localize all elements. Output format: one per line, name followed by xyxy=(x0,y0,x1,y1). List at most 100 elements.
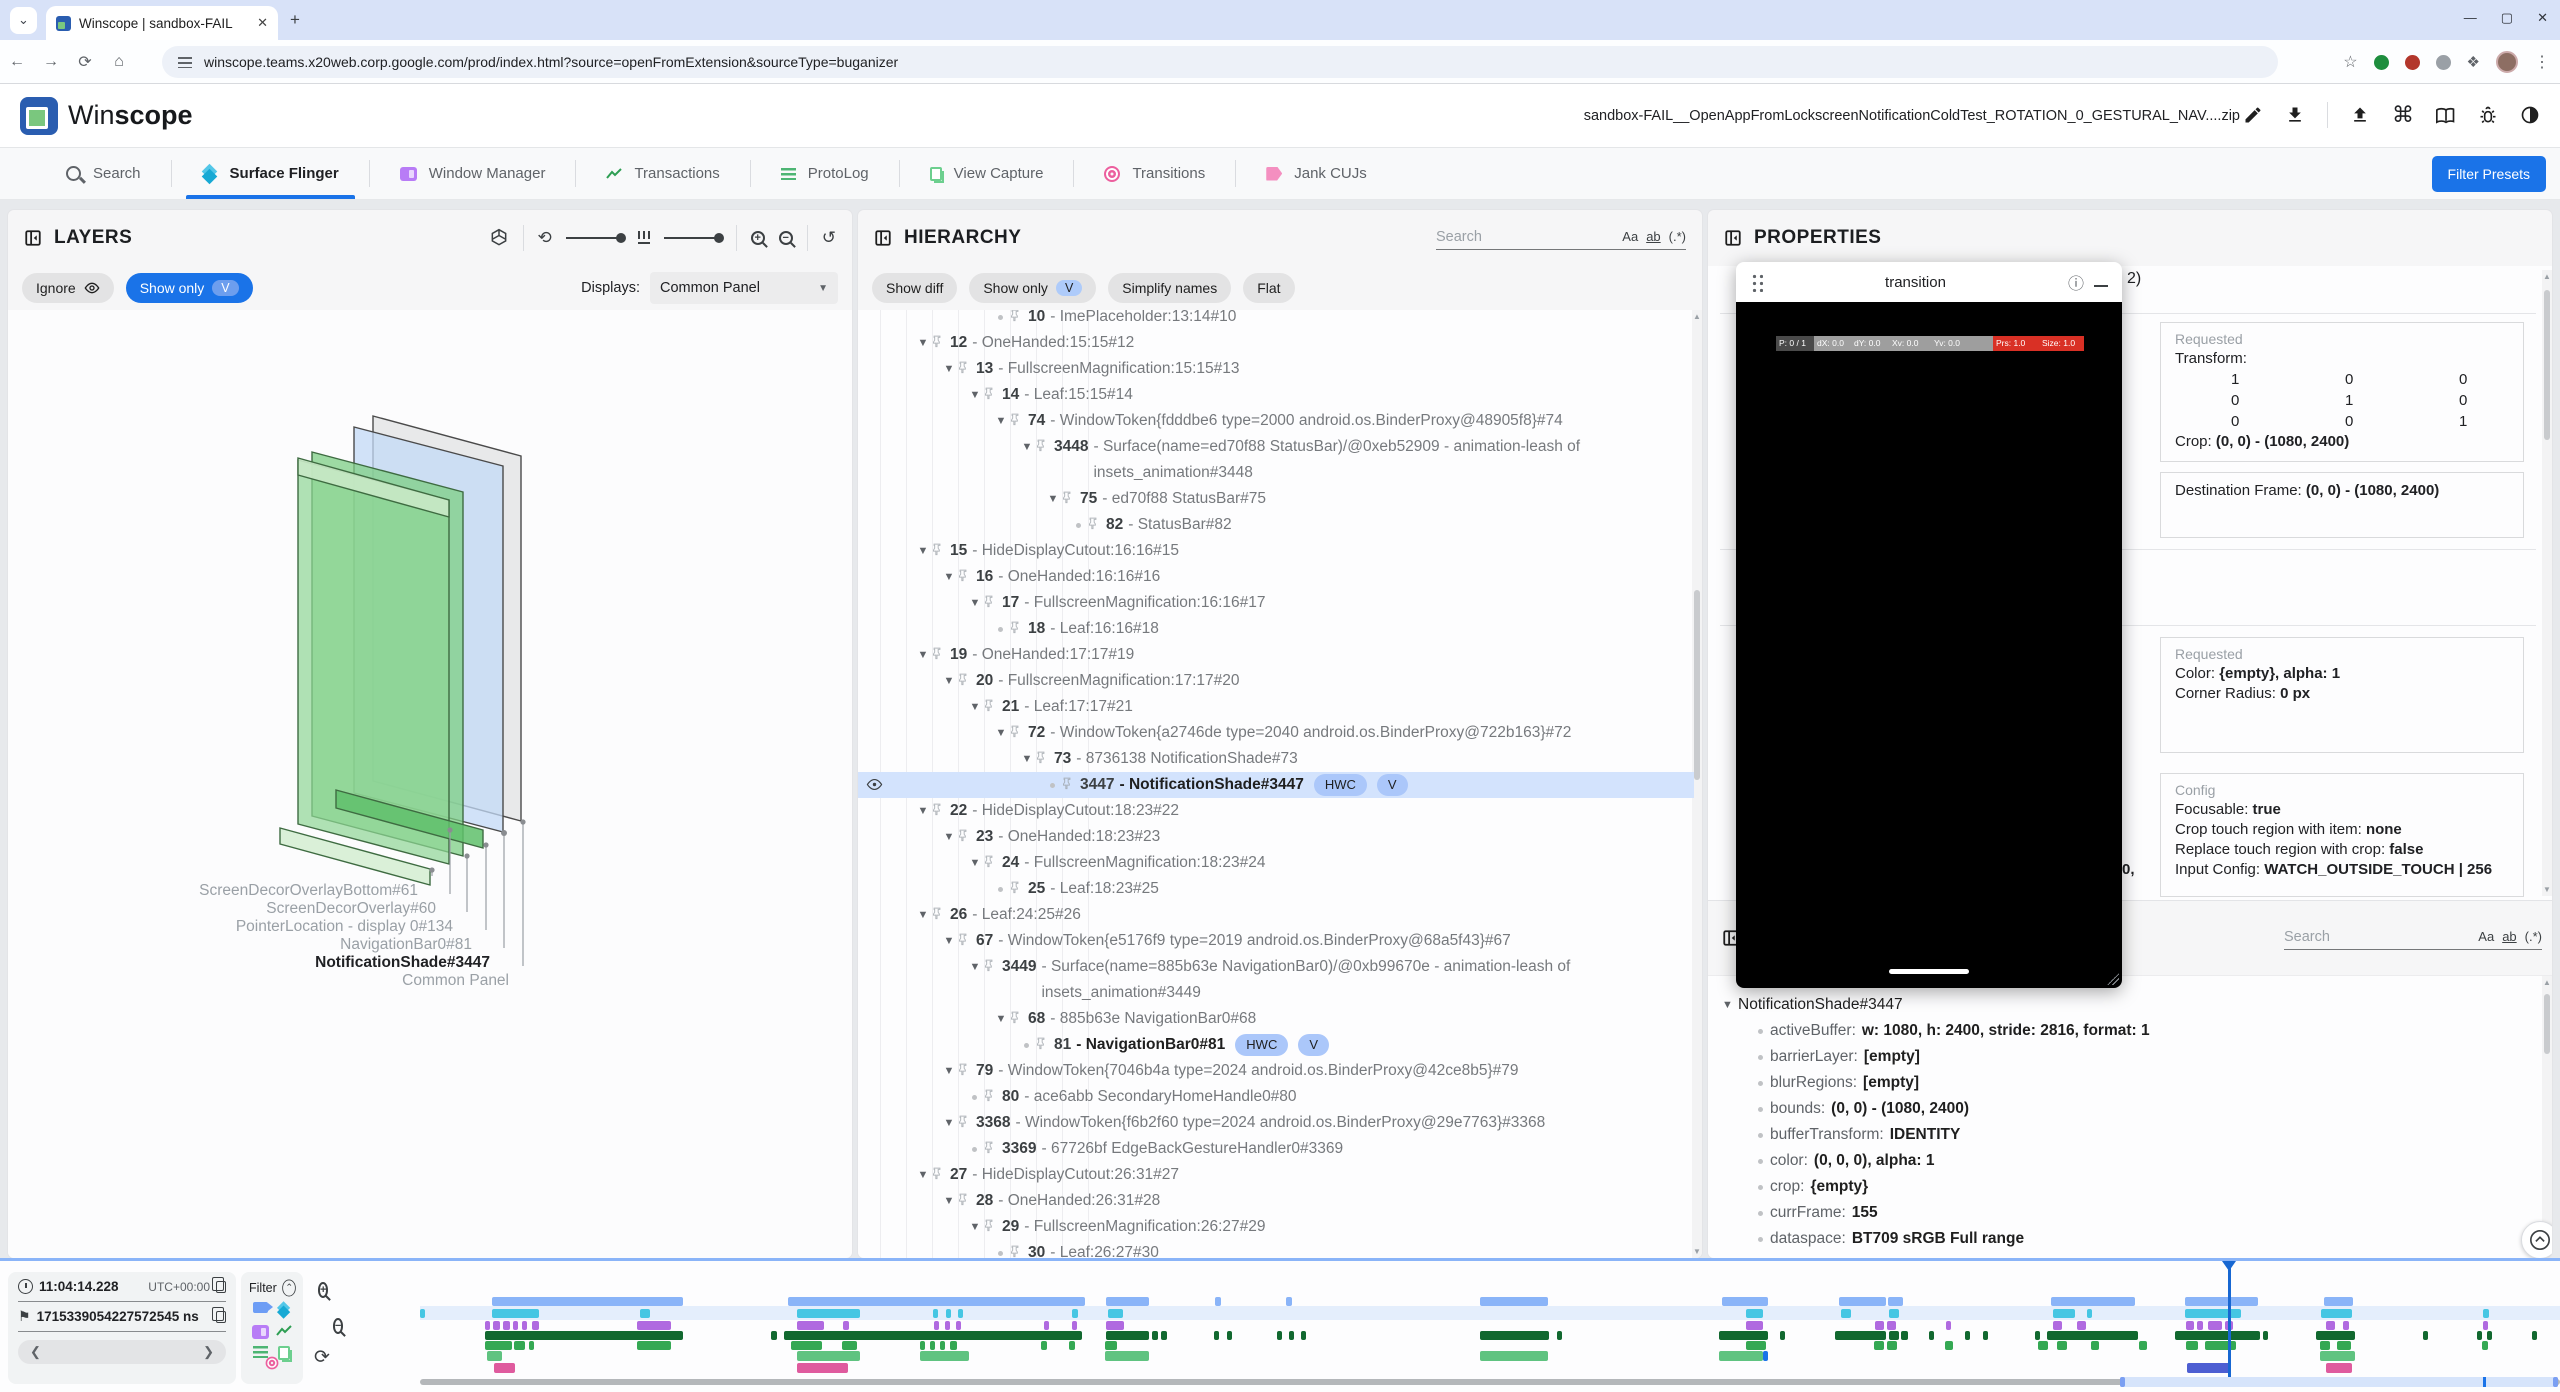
timeline-zoom-out[interactable]: − xyxy=(333,1318,343,1334)
screen-recording-segment[interactable] xyxy=(492,1297,683,1306)
hierarchy-row-3449[interactable]: ▼3449- Surface(name=885b63e NavigationBa… xyxy=(858,954,1694,1006)
timeline-zoom-range[interactable] xyxy=(2120,1377,2558,1387)
surface-flinger-segment[interactable] xyxy=(1841,1309,1851,1318)
regex-toggle[interactable]: (.*) xyxy=(2525,929,2542,944)
screen-recording-segment[interactable] xyxy=(1722,1297,1768,1306)
hierarchy-row-23[interactable]: ▼23- OneHanded:18:23#23 xyxy=(858,824,1694,850)
view-capture-trace-icon[interactable] xyxy=(278,1346,290,1360)
protolog-segment[interactable] xyxy=(1069,1341,1075,1350)
expand-arrow-icon[interactable]: ▼ xyxy=(942,564,956,590)
expand-arrow-icon[interactable]: ▼ xyxy=(942,1110,956,1136)
window-manager-segment[interactable] xyxy=(2343,1321,2349,1330)
surface-flinger-segment[interactable] xyxy=(2483,1309,2489,1318)
hierarchy-row-24[interactable]: ▼24- FullscreenMagnification:18:23#24 xyxy=(858,850,1694,876)
transactions-segment[interactable] xyxy=(784,1331,1082,1340)
timeline-cursor[interactable] xyxy=(2228,1261,2231,1377)
surface-flinger-segment[interactable] xyxy=(1746,1309,1763,1318)
protolog-segment[interactable] xyxy=(1105,1341,1117,1350)
transactions-segment[interactable] xyxy=(771,1331,777,1340)
window-manager-segment[interactable] xyxy=(956,1321,961,1330)
collapse-panel-icon[interactable] xyxy=(1724,229,1742,247)
spacing-slider[interactable] xyxy=(664,237,722,239)
window-manager-trace-icon[interactable] xyxy=(252,1325,269,1339)
timeline-divider[interactable] xyxy=(0,1258,2560,1261)
next-frame-button[interactable]: ❯ xyxy=(203,1344,214,1360)
expand-arrow-icon[interactable]: ▼ xyxy=(1046,486,1060,512)
hierarchy-row-81[interactable]: 81- NavigationBar0#81HWCV xyxy=(858,1032,1694,1058)
window-manager-segment[interactable] xyxy=(513,1321,518,1330)
screen-recording-trace-icon[interactable] xyxy=(253,1302,268,1313)
protolog-segment[interactable] xyxy=(2320,1341,2330,1350)
edit-file-icon[interactable] xyxy=(2243,105,2263,125)
transactions-segment[interactable] xyxy=(1480,1331,1549,1340)
drag-handle-icon[interactable] xyxy=(1750,272,1763,292)
window-manager-segment[interactable] xyxy=(945,1321,950,1330)
properties-scrollbar[interactable]: ▲ ▼ xyxy=(2542,270,2552,896)
hierarchy-row-12[interactable]: ▼12- OneHanded:15:15#12 xyxy=(858,330,1694,356)
protolog-segment[interactable] xyxy=(2186,1341,2198,1350)
view-capture-segment[interactable] xyxy=(2320,1351,2355,1361)
window-manager-segment[interactable] xyxy=(2197,1321,2203,1330)
hierarchy-row-3448[interactable]: ▼3448- Surface(name=ed70f88 StatusBar)/@… xyxy=(858,434,1694,486)
window-manager-segment[interactable] xyxy=(1044,1321,1049,1330)
hierarchy-row-72[interactable]: ▼72- WindowToken{a2746de type=2040 andro… xyxy=(858,720,1694,746)
protolog-segment[interactable] xyxy=(2139,1341,2147,1350)
expand-arrow-icon[interactable]: ▼ xyxy=(994,408,1008,434)
transactions-segment[interactable] xyxy=(1983,1331,1988,1340)
simplify-names-chip[interactable]: Simplify names xyxy=(1108,273,1231,303)
expand-arrow-icon[interactable]: ▼ xyxy=(968,850,982,876)
hierarchy-row-3447[interactable]: 3447- NotificationShade#3447HWCV xyxy=(858,772,1694,798)
protolog-segment[interactable] xyxy=(1746,1341,1766,1350)
window-manager-segment[interactable] xyxy=(485,1321,490,1330)
hierarchy-row-14[interactable]: ▼14- Leaf:15:15#14 xyxy=(858,382,1694,408)
transactions-segment[interactable] xyxy=(1901,1331,1908,1340)
window-manager-segment[interactable] xyxy=(2077,1321,2086,1330)
scroll-to-top-button[interactable] xyxy=(2521,1221,2552,1258)
expand-arrow-icon[interactable]: ▼ xyxy=(942,668,956,694)
transactions-segment[interactable] xyxy=(2532,1331,2537,1340)
expand-arrow-icon[interactable]: ▼ xyxy=(942,1058,956,1084)
hierarchy-row-82[interactable]: 82- StatusBar#82 xyxy=(858,512,1694,538)
expand-arrow-icon[interactable]: ▼ xyxy=(916,902,930,928)
screen-recording-segment[interactable] xyxy=(2324,1297,2353,1306)
match-case-toggle[interactable]: Aa xyxy=(1622,229,1638,244)
window-manager-segment[interactable] xyxy=(843,1321,849,1330)
rotation-slider[interactable] xyxy=(566,237,624,239)
hierarchy-row-15[interactable]: ▼15- HideDisplayCutout:16:16#15 xyxy=(858,538,1694,564)
new-tab-button[interactable]: + xyxy=(290,10,300,30)
hierarchy-row-80[interactable]: 80- ace6abb SecondaryHomeHandle0#80 xyxy=(858,1084,1694,1110)
window-manager-segment[interactable] xyxy=(637,1321,671,1330)
transactions-segment[interactable] xyxy=(1835,1331,1886,1340)
surface-flinger-segment[interactable] xyxy=(420,1309,425,1318)
browser-tab[interactable]: Winscope | sandbox-FAIL ✕ xyxy=(46,6,278,40)
transactions-segment[interactable] xyxy=(485,1331,683,1340)
shortcuts-icon[interactable]: ⌘ xyxy=(2392,102,2414,128)
transactions-segment[interactable] xyxy=(1152,1331,1158,1340)
extension-icon-red[interactable] xyxy=(2405,55,2420,70)
expand-arrow-icon[interactable]: ▼ xyxy=(942,824,956,850)
hierarchy-row-74[interactable]: ▼74- WindowToken{fdddbe6 type=2000 andro… xyxy=(858,408,1694,434)
view-capture-segment[interactable] xyxy=(797,1351,860,1361)
properties-search-input[interactable]: Search Aa ab (.*) xyxy=(2284,927,2542,950)
window-manager-segment[interactable] xyxy=(522,1321,527,1330)
view-capture-segment[interactable] xyxy=(1719,1351,1763,1361)
upload-icon[interactable] xyxy=(2350,105,2370,125)
surface-flinger-segment[interactable] xyxy=(2321,1309,2352,1318)
protolog-segment[interactable] xyxy=(1887,1341,1897,1350)
expand-arrow-icon[interactable]: ▼ xyxy=(916,1162,930,1188)
hierarchy-row-3369[interactable]: 3369- 67726bf EdgeBackGestureHandler0#33… xyxy=(858,1136,1694,1162)
protolog-segment[interactable] xyxy=(2038,1341,2048,1350)
screen-recording-segment[interactable] xyxy=(1215,1297,1221,1306)
protolog-segment[interactable] xyxy=(950,1341,957,1350)
back-button[interactable]: ← xyxy=(0,53,34,71)
3d-view-icon[interactable] xyxy=(489,228,509,248)
tab-close-icon[interactable]: ✕ xyxy=(257,15,268,31)
zoom-in-icon[interactable]: + xyxy=(751,231,765,245)
protolog-segment[interactable] xyxy=(930,1341,935,1350)
transitions-segment[interactable] xyxy=(494,1363,515,1373)
browser-menu-icon[interactable]: ⋮ xyxy=(2534,52,2550,72)
reset-view-icon[interactable]: ↺ xyxy=(822,228,836,248)
hierarchy-row-10[interactable]: 10- ImePlaceholder:13:14#10 xyxy=(858,310,1694,330)
hierarchy-search-input[interactable]: Search Aa ab (.*) xyxy=(1436,227,1686,250)
timeline-zoom-in[interactable]: + xyxy=(318,1282,328,1298)
